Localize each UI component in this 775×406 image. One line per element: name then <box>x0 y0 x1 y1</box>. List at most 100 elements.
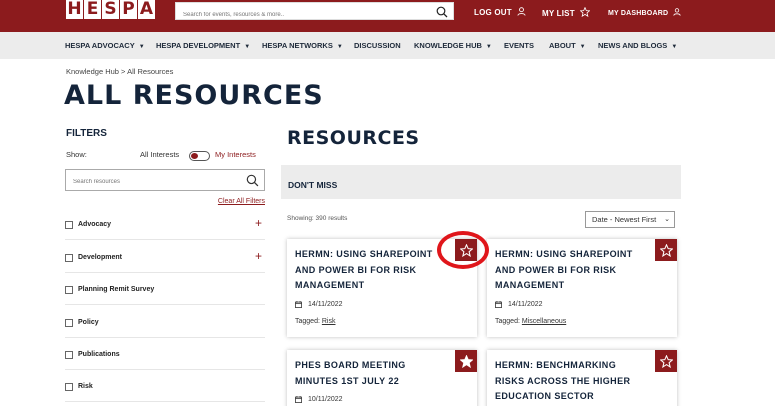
card-date-text: 10/11/2022 <box>308 396 343 403</box>
card-tags: Tagged: Miscellaneous <box>495 318 566 325</box>
filter-policy[interactable]: Policy <box>65 307 265 338</box>
nav-label: KNOWLEDGE HUB <box>414 41 482 50</box>
clear-all-filters-link[interactable]: Clear All Filters <box>218 198 265 205</box>
card-date: 14/11/2022 <box>295 301 343 308</box>
tag-link[interactable]: Risk <box>322 318 336 325</box>
nav-hespa-development[interactable]: HESPA DEVELOPMENT ▼ <box>156 41 250 50</box>
checkbox[interactable] <box>65 254 73 262</box>
calendar-icon <box>295 301 302 308</box>
nav-label: EVENTS <box>504 41 535 50</box>
nav-label: DISCUSSION <box>354 41 401 50</box>
add-to-list-button[interactable] <box>455 350 477 372</box>
resources-heading: RESOURCES <box>287 127 420 149</box>
nav-hespa-advocacy[interactable]: HESPA ADVOCACY ▼ <box>65 41 145 50</box>
card-tags: Tagged: Risk <box>295 318 336 325</box>
checkbox[interactable] <box>65 351 73 359</box>
chevron-down-icon: ▼ <box>138 44 145 50</box>
logout-label: LOG OUT <box>474 8 512 17</box>
chevron-down-icon: ▼ <box>336 44 343 50</box>
plus-icon[interactable]: + <box>255 250 262 262</box>
search-icon[interactable] <box>246 174 259 192</box>
logo-letter: P <box>120 0 137 19</box>
main-nav: HESPA ADVOCACY ▼ HESPA DEVELOPMENT ▼ HESPA… <box>0 32 775 59</box>
tagged-label: Tagged: <box>495 318 520 325</box>
filter-advocacy[interactable]: Advocacy + <box>65 209 265 240</box>
resource-card[interactable]: PHES BOARD MEETING MINUTES 1ST JULY 22 1… <box>287 350 477 406</box>
checkbox[interactable] <box>65 221 73 229</box>
chevron-down-icon: ⌄ <box>664 216 670 223</box>
filter-publications[interactable]: Publications <box>65 339 265 370</box>
chevron-down-icon: ▼ <box>244 44 251 50</box>
card-date-text: 14/11/2022 <box>508 301 543 308</box>
user-icon <box>517 7 526 18</box>
page-title: ALL RESOURCES <box>64 80 324 111</box>
card-title[interactable]: HERMN: USING SHAREPOINT AND POWER BI FOR… <box>295 247 455 294</box>
top-bar: H E S P A LOG OUT MY LIST MY DASHBOARD <box>0 0 775 32</box>
resource-card[interactable]: HERMN: BENCHMARKING RISKS ACROSS THE HIG… <box>487 350 677 406</box>
site-search-input[interactable] <box>176 7 426 23</box>
sort-value: Date - Newest First <box>592 215 657 224</box>
nav-events[interactable]: EVENTS <box>504 41 534 50</box>
plus-icon[interactable]: + <box>255 217 262 229</box>
checkbox[interactable] <box>65 319 73 327</box>
nav-hespa-networks[interactable]: HESPA NETWORKS ▼ <box>262 41 343 50</box>
breadcrumb[interactable]: Knowledge Hub > All Resources <box>66 67 173 76</box>
card-title-line: MINUTES 1ST JULY 22 <box>295 375 400 386</box>
filter-development[interactable]: Development + <box>65 242 265 273</box>
interests-toggle[interactable] <box>189 151 210 161</box>
add-to-list-button[interactable] <box>655 350 677 372</box>
filter-label: Planning Remit Survey <box>78 286 155 293</box>
my-dashboard-label: MY DASHBOARD <box>608 9 669 17</box>
logout-link[interactable]: LOG OUT <box>474 7 526 18</box>
card-title[interactable]: HERMN: BENCHMARKING RISKS ACROSS THE HIG… <box>495 358 655 405</box>
card-title-line: RISKS ACROSS THE HIGHER <box>495 375 631 386</box>
sort-select[interactable]: Date - Newest First ⌄ <box>585 211 675 228</box>
add-to-list-button[interactable] <box>655 239 677 261</box>
nav-discussion[interactable]: DISCUSSION <box>354 41 401 50</box>
card-title-line: HERMN: BENCHMARKING <box>495 360 617 370</box>
nav-news-and-blogs[interactable]: NEWS AND BLOGS ▼ <box>598 41 677 50</box>
filters-heading: FILTERS <box>66 128 107 139</box>
nav-label: ABOUT <box>549 41 576 50</box>
card-title-line: AND POWER BI FOR RISK <box>495 264 617 275</box>
filter-planning-remit-survey[interactable]: Planning Remit Survey <box>65 274 265 305</box>
checkbox[interactable] <box>65 286 73 294</box>
card-title-line: MANAGEMENT <box>495 280 565 290</box>
card-title[interactable]: PHES BOARD MEETING MINUTES 1ST JULY 22 <box>295 358 455 389</box>
hespa-logo[interactable]: H E S P A <box>66 0 156 19</box>
highlight-circle <box>437 231 489 269</box>
all-interests-option[interactable]: All Interests <box>140 150 179 159</box>
user-icon <box>673 8 681 18</box>
filter-risk[interactable]: Risk <box>65 371 265 402</box>
resource-search <box>65 169 265 192</box>
card-date: 14/11/2022 <box>495 301 543 308</box>
chevron-down-icon: ▼ <box>579 44 586 50</box>
my-list-label: MY LIST <box>542 8 575 18</box>
dont-miss-banner: DON'T MISS <box>281 165 681 199</box>
checkbox[interactable] <box>65 383 73 391</box>
my-list-link[interactable]: MY LIST <box>542 6 591 19</box>
card-title-line: EDUCATION SECTOR <box>495 391 595 401</box>
my-dashboard-link[interactable]: MY DASHBOARD <box>608 8 681 18</box>
card-title-line: MANAGEMENT <box>295 280 365 290</box>
tagged-label: Tagged: <box>295 318 320 325</box>
star-outline-icon <box>659 354 673 368</box>
my-interests-option[interactable]: My Interests <box>215 150 256 159</box>
logo-letter: S <box>102 0 119 19</box>
card-title-line: HERMN: USING SHAREPOINT <box>295 249 433 259</box>
card-date-text: 14/11/2022 <box>308 301 343 308</box>
card-title-line: PHES BOARD MEETING <box>295 360 406 370</box>
tag-link[interactable]: Miscellaneous <box>522 318 566 325</box>
resource-card[interactable]: HERMN: USING SHAREPOINT AND POWER BI FOR… <box>487 239 677 337</box>
site-search <box>175 2 454 23</box>
star-icon <box>579 6 591 19</box>
calendar-icon <box>295 396 302 403</box>
card-title[interactable]: HERMN: USING SHAREPOINT AND POWER BI FOR… <box>495 247 655 294</box>
nav-label: HESPA NETWORKS <box>262 41 333 50</box>
nav-about[interactable]: ABOUT ▼ <box>549 41 586 50</box>
nav-knowledge-hub[interactable]: KNOWLEDGE HUB ▼ <box>414 41 492 50</box>
search-icon[interactable] <box>436 5 448 23</box>
chevron-down-icon: ▼ <box>671 44 678 50</box>
calendar-icon <box>495 301 502 308</box>
resource-search-input[interactable] <box>66 172 236 192</box>
